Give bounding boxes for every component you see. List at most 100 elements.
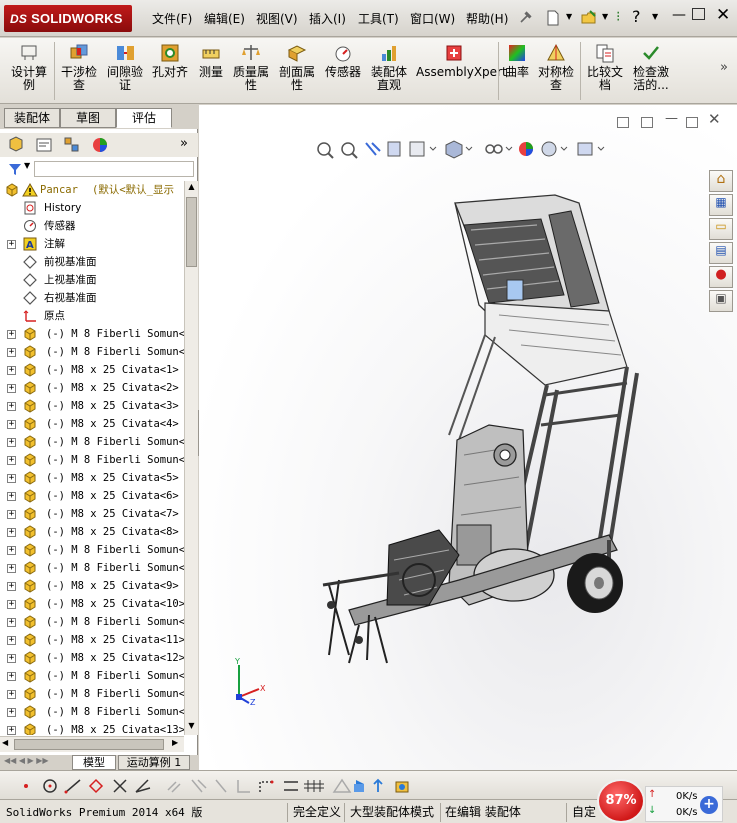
featuremanager-icon[interactable] bbox=[6, 136, 26, 154]
expand-toggle-icon[interactable]: + bbox=[7, 600, 16, 609]
doc-minimize-icon[interactable]: — bbox=[665, 111, 678, 126]
custom-properties-tab[interactable]: ▣ bbox=[709, 290, 733, 312]
tab-assembly[interactable]: 装配体 bbox=[4, 108, 60, 128]
curvature-button[interactable]: 曲率 bbox=[502, 42, 532, 79]
tree-item-feature[interactable]: 右视基准面 bbox=[0, 289, 184, 307]
tree-item-component[interactable]: + (-) M 8 Fiberli Somun<4 bbox=[0, 451, 184, 469]
tree-item-component[interactable]: + (-) M 8 Fiberli Somun<3 bbox=[0, 433, 184, 451]
check-active-button[interactable]: 检查激活的... bbox=[628, 42, 674, 92]
tree-item-component[interactable]: + (-) M8 x 25 Civata<3> ( bbox=[0, 397, 184, 415]
expand-toggle-icon[interactable]: + bbox=[7, 582, 16, 591]
menu-window[interactable]: 窗口(W) bbox=[410, 10, 455, 27]
tree-item-feature[interactable]: 原点 bbox=[0, 307, 184, 325]
add-icon[interactable]: + bbox=[700, 796, 718, 814]
doc-restore-icon[interactable] bbox=[686, 117, 698, 128]
file-explorer-tab[interactable]: ▭ bbox=[709, 218, 733, 240]
hole-alignment-button[interactable]: 孔对齐 bbox=[150, 42, 190, 79]
heads-up-view-toolbar[interactable] bbox=[314, 139, 614, 161]
solidworks-logo[interactable]: DS SOLIDWORKS bbox=[4, 5, 132, 32]
tree-item-component[interactable]: + (-) M 8 Fiberli Somun<1 bbox=[0, 703, 184, 721]
tree-item-component[interactable]: + (-) M8 x 25 Civata<7> ( bbox=[0, 505, 184, 523]
close-icon[interactable]: ✕ bbox=[716, 5, 730, 25]
view-palette-tab[interactable]: ▤ bbox=[709, 242, 733, 264]
assembly-visualization-button[interactable]: 装配体直观 bbox=[368, 42, 410, 92]
menu-view[interactable]: 视图(V) bbox=[256, 10, 298, 27]
mass-properties-button[interactable]: 质量属性 bbox=[230, 42, 272, 92]
tab-evaluate[interactable]: 评估 bbox=[116, 108, 172, 128]
expand-chevron-icon[interactable]: » bbox=[180, 136, 188, 151]
configurationmanager-icon[interactable] bbox=[62, 136, 82, 154]
tree-item-component[interactable]: + (-) M 8 Fiberli Somun<7 bbox=[0, 613, 184, 631]
resources-tab[interactable]: ⌂ bbox=[709, 170, 733, 192]
scroll-thumb[interactable] bbox=[186, 197, 197, 267]
tree-item-component[interactable]: + (-) M8 x 25 Civata<9> ( bbox=[0, 577, 184, 595]
expand-toggle-icon[interactable]: + bbox=[7, 330, 16, 339]
displaymanager-icon[interactable] bbox=[90, 136, 110, 154]
tab-motion-study[interactable]: 运动算例 1 bbox=[118, 755, 190, 770]
menu-file[interactable]: 文件(F) bbox=[152, 10, 192, 27]
scroll-down-icon[interactable]: ▼ bbox=[186, 721, 197, 733]
expand-toggle-icon[interactable]: + bbox=[7, 726, 16, 735]
scroll-thumb[interactable] bbox=[14, 739, 164, 750]
chevron-down-icon[interactable]: ▼ bbox=[652, 12, 658, 21]
cascade-icon[interactable] bbox=[641, 117, 653, 128]
chevron-down-icon[interactable]: ▼ bbox=[24, 161, 30, 170]
assembly-model[interactable] bbox=[309, 185, 649, 665]
tree-item-component[interactable]: + (-) M8 x 25 Civata<12> bbox=[0, 649, 184, 667]
menu-help[interactable]: 帮助(H) bbox=[466, 10, 508, 27]
expand-toggle-icon[interactable]: + bbox=[7, 510, 16, 519]
tile-icon[interactable] bbox=[617, 117, 629, 128]
measure-button[interactable]: 测量 bbox=[194, 42, 228, 79]
expand-toggle-icon[interactable]: + bbox=[7, 672, 16, 681]
tree-item-component[interactable]: + (-) M8 x 25 Civata<8> ( bbox=[0, 523, 184, 541]
filter-input[interactable] bbox=[34, 161, 194, 177]
network-meter[interactable]: 87% bbox=[597, 779, 645, 823]
chevron-down-icon[interactable]: ▼ bbox=[566, 12, 572, 21]
tree-item-feature[interactable]: 前视基准面 bbox=[0, 253, 184, 271]
tree-item-feature[interactable]: + A 注解 bbox=[0, 235, 184, 253]
tree-root-assembly[interactable]: Pancar (默认<默认_显示 bbox=[0, 181, 184, 199]
tree-item-component[interactable]: + (-) M8 x 25 Civata<1> ( bbox=[0, 361, 184, 379]
expand-toggle-icon[interactable]: + bbox=[7, 456, 16, 465]
scroll-left-icon[interactable]: ◀ bbox=[2, 738, 8, 747]
section-properties-button[interactable]: 剖面属性 bbox=[276, 42, 318, 92]
tree-item-feature[interactable]: History bbox=[0, 199, 184, 217]
interference-check-button[interactable]: 干涉检查 bbox=[58, 42, 100, 92]
tree-item-component[interactable]: + (-) M8 x 25 Civata<4> ( bbox=[0, 415, 184, 433]
expand-toggle-icon[interactable]: + bbox=[7, 546, 16, 555]
menu-insert[interactable]: 插入(I) bbox=[309, 10, 346, 27]
open-folder-icon[interactable] bbox=[580, 9, 598, 27]
graphics-area[interactable]: — ✕ Y X Z bbox=[199, 105, 737, 770]
assemblyxpert-button[interactable]: AssemblyXpert bbox=[416, 42, 507, 79]
design-library-tab[interactable]: ▦ bbox=[709, 194, 733, 216]
help-icon[interactable]: ? bbox=[632, 7, 641, 26]
expand-toggle-icon[interactable]: + bbox=[7, 474, 16, 483]
expand-toggle-icon[interactable]: + bbox=[7, 708, 16, 717]
menu-tools[interactable]: 工具(T) bbox=[358, 10, 399, 27]
tree-item-component[interactable]: + (-) M 8 Fiberli Somun<2 bbox=[0, 343, 184, 361]
design-study-button[interactable]: 设计算例 bbox=[8, 42, 50, 92]
tree-item-component[interactable]: + (-) M8 x 25 Civata<2> ( bbox=[0, 379, 184, 397]
expand-toggle-icon[interactable]: + bbox=[7, 402, 16, 411]
expand-toggle-icon[interactable]: + bbox=[7, 348, 16, 357]
tree-item-feature[interactable]: 传感器 bbox=[0, 217, 184, 235]
symmetry-check-button[interactable]: 对称检查 bbox=[536, 42, 576, 92]
expand-toggle-icon[interactable]: + bbox=[7, 492, 16, 501]
more-chevron-icon[interactable]: » bbox=[720, 60, 728, 75]
expand-toggle-icon[interactable]: + bbox=[7, 420, 16, 429]
minimize-icon[interactable]: — bbox=[672, 7, 686, 23]
tree-item-feature[interactable]: 上视基准面 bbox=[0, 271, 184, 289]
clearance-verify-button[interactable]: 间隙验证 bbox=[104, 42, 146, 92]
tree-item-component[interactable]: + (-) M8 x 25 Civata<11> bbox=[0, 631, 184, 649]
new-document-icon[interactable] bbox=[544, 9, 562, 27]
filter-icon[interactable] bbox=[8, 162, 22, 176]
compare-documents-button[interactable]: 比较文档 bbox=[584, 42, 626, 92]
expand-toggle-icon[interactable]: + bbox=[7, 564, 16, 573]
tab-model[interactable]: 模型 bbox=[72, 755, 116, 770]
expand-toggle-icon[interactable]: + bbox=[7, 654, 16, 663]
tree-item-component[interactable]: + (-) M8 x 25 Civata<5> ( bbox=[0, 469, 184, 487]
tree-item-component[interactable]: + (-) M8 x 25 Civata<10> bbox=[0, 595, 184, 613]
propertymanager-icon[interactable] bbox=[34, 136, 54, 154]
appearances-tab[interactable]: ● bbox=[709, 266, 733, 288]
expand-toggle-icon[interactable]: + bbox=[7, 690, 16, 699]
